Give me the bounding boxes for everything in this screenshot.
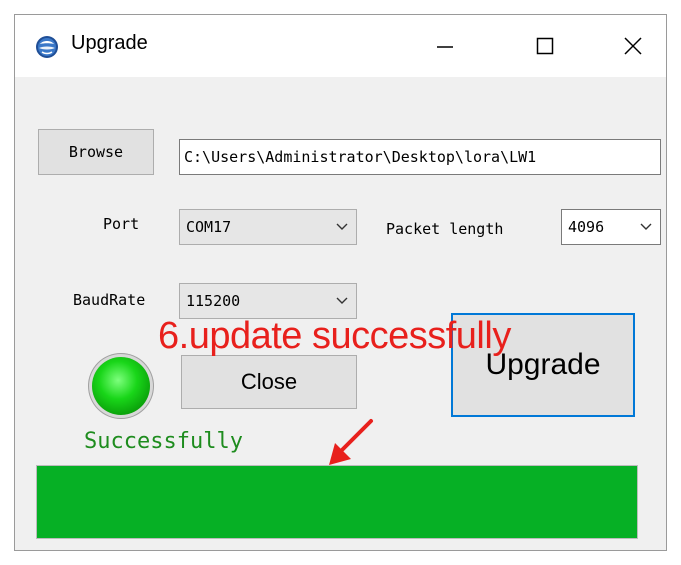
packet-length-label: Packet length [386,220,504,238]
close-button[interactable]: Close [181,355,357,409]
progress-fill [37,466,637,538]
packet-length-select[interactable]: 4096 [561,209,661,245]
file-path-input[interactable]: C:\Users\Administrator\Desktop\lora\LW1 [179,139,661,175]
packet-length-value: 4096 [568,218,605,236]
port-label: Port [103,215,140,233]
port-value: COM17 [186,218,232,236]
baudrate-value: 115200 [186,292,241,310]
minimize-button[interactable] [410,15,480,77]
chevron-down-icon [336,297,348,304]
baudrate-label: BaudRate [73,291,146,309]
close-icon [624,37,642,55]
title-bar[interactable]: Upgrade [15,15,666,77]
close-window-button[interactable] [598,15,666,77]
port-select[interactable]: COM17 [179,209,357,245]
chevron-down-icon [336,223,348,230]
chevron-down-icon [640,223,652,230]
minimize-icon [437,46,453,48]
status-text: Successfully [84,429,243,454]
maximize-button[interactable] [510,15,580,77]
status-led [92,357,150,415]
browse-button[interactable]: Browse [38,129,154,175]
arrow-icon [329,419,373,465]
upgrade-window: Upgrade Browse C:\Users\Administrator\De… [14,14,667,551]
window-title: Upgrade [71,32,148,54]
app-globe-icon [36,36,58,58]
annotation-text: 6.update successfully [158,315,511,357]
progress-bar [36,465,638,539]
baudrate-select[interactable]: 115200 [179,283,357,319]
maximize-icon [536,37,554,55]
